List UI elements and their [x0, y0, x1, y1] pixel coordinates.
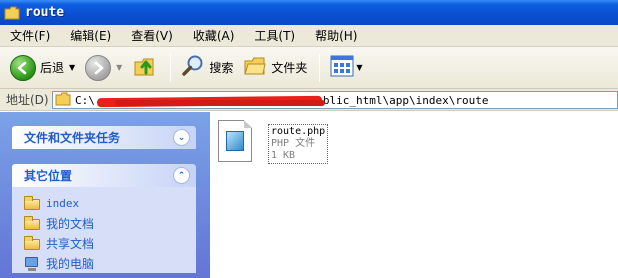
views-icon [330, 55, 354, 80]
address-bar: 地址(D) C:\ blic_html\app\index\route [0, 89, 618, 111]
menu-help[interactable]: 帮助(H) [305, 25, 367, 47]
file-list[interactable]: route.php PHP 文件 1 KB [210, 112, 618, 278]
menu-view[interactable]: 查看(V) [121, 25, 183, 47]
file-name: route.php [271, 126, 326, 137]
back-button[interactable]: 后退 ▼ [6, 51, 79, 85]
forward-dropdown-icon[interactable]: ▼ [116, 63, 122, 72]
menu-edit[interactable]: 编辑(E) [60, 25, 121, 47]
address-path-start: C:\ [75, 93, 95, 107]
place-label: 我的文档 [46, 216, 95, 231]
places-panel: 其它位置 ⌃ index 我的文档 共享文档 我的电脑 [12, 164, 196, 273]
title-bar[interactable]: route [0, 0, 618, 25]
place-label: 我的电脑 [46, 256, 95, 271]
redaction-mark [115, 99, 325, 106]
folders-button[interactable]: 文件夹 [239, 51, 311, 85]
place-label: index [46, 196, 80, 210]
views-button[interactable]: ▼ [326, 51, 366, 85]
toolbar-separator [170, 53, 172, 82]
address-label: 地址(D) [6, 93, 49, 107]
search-icon [181, 54, 205, 81]
address-path-end: blic_html\app\index\route [322, 93, 489, 107]
toolbar-separator [319, 53, 321, 82]
expand-chevron-icon[interactable]: ⌄ [173, 129, 190, 146]
file-item[interactable]: route.php PHP 文件 1 KB [218, 120, 329, 164]
folder-icon [24, 235, 40, 250]
up-button[interactable] [128, 51, 162, 85]
place-link-my-documents[interactable]: 我的文档 [24, 213, 196, 233]
place-link-index[interactable]: index [24, 193, 196, 213]
places-list: index 我的文档 共享文档 我的电脑 [12, 187, 196, 273]
place-link-shared-documents[interactable]: 共享文档 [24, 233, 196, 253]
place-label: 共享文档 [46, 236, 95, 251]
menu-favorites[interactable]: 收藏(A) [183, 25, 245, 47]
folder-icon [24, 195, 40, 210]
folder-icon [24, 215, 40, 230]
views-dropdown-icon[interactable]: ▼ [356, 63, 362, 72]
toolbar: 后退 ▼ ▼ 搜索 文件夹 ▼ [0, 47, 618, 89]
forward-arrow-icon [85, 54, 112, 81]
folder-icon [4, 6, 20, 20]
menu-bar: 文件(F) 编辑(E) 查看(V) 收藏(A) 工具(T) 帮助(H) [0, 25, 618, 47]
back-dropdown-icon[interactable]: ▼ [69, 63, 75, 72]
menu-file[interactable]: 文件(F) [0, 25, 60, 47]
search-label: 搜索 [209, 61, 234, 75]
computer-icon [24, 256, 40, 271]
file-type: PHP 文件 [271, 138, 316, 149]
tasks-panel: 文件和文件夹任务 ⌄ [12, 126, 196, 149]
address-input[interactable]: C:\ blic_html\app\index\route [52, 91, 618, 109]
back-label: 后退 [40, 61, 65, 75]
place-link-my-computer[interactable]: 我的电脑 [24, 253, 196, 273]
task-pane: 文件和文件夹任务 ⌄ 其它位置 ⌃ index 我的文档 共享文档 我的电脑 [0, 112, 210, 278]
folders-icon [243, 55, 267, 80]
file-info: route.php PHP 文件 1 KB [268, 124, 329, 164]
folder-icon [55, 92, 71, 109]
tasks-panel-title: 文件和文件夹任务 [24, 131, 121, 145]
folder-up-icon [132, 53, 158, 82]
window-title: route [25, 5, 65, 20]
places-panel-header[interactable]: 其它位置 ⌃ [12, 164, 196, 187]
php-file-icon [218, 120, 254, 164]
back-arrow-icon [10, 54, 36, 81]
file-size: 1 KB [271, 150, 296, 161]
tasks-panel-header[interactable]: 文件和文件夹任务 ⌄ [12, 126, 196, 149]
menu-tools[interactable]: 工具(T) [244, 25, 305, 47]
search-button[interactable]: 搜索 [177, 51, 237, 85]
collapse-chevron-icon[interactable]: ⌃ [173, 167, 190, 184]
forward-button[interactable]: ▼ [81, 51, 126, 85]
places-panel-title: 其它位置 [24, 169, 73, 183]
address-path: C:\ blic_html\app\index\route [75, 94, 488, 107]
folders-label: 文件夹 [271, 61, 308, 75]
